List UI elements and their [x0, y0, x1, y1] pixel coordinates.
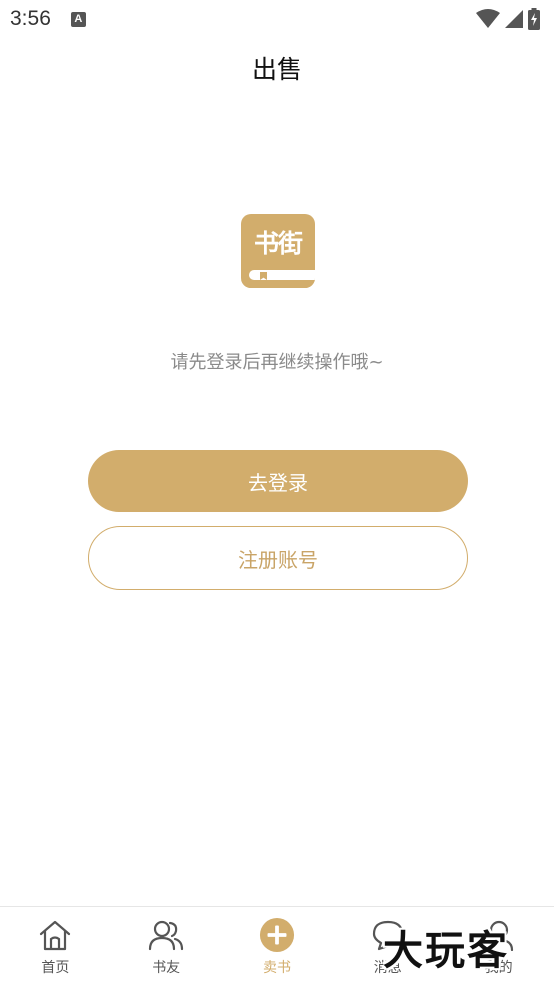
register-button[interactable]: 注册账号 — [88, 526, 468, 590]
watermark: 大玩客 — [383, 928, 509, 974]
wifi-icon — [476, 9, 500, 28]
tab-label: 卖书 — [262, 960, 291, 976]
notification-icon: A — [70, 11, 86, 27]
tab-label: 书友 — [152, 960, 181, 976]
tab-label: 首页 — [41, 960, 70, 976]
tab-home[interactable]: 首页 — [0, 907, 111, 986]
plus-circle-icon — [259, 917, 295, 953]
logo-book-page — [249, 270, 315, 280]
home-icon — [37, 917, 73, 953]
status-bar: 3:56 A — [0, 0, 554, 38]
friends-icon — [148, 917, 184, 953]
app-logo: 书街 — [241, 214, 315, 288]
logo-base — [241, 280, 315, 288]
status-time: 3:56 — [10, 7, 51, 30]
page-title: 出售 — [251, 55, 302, 84]
battery-icon — [528, 8, 540, 30]
tab-sell[interactable]: 卖书 — [222, 907, 333, 986]
signal-icon — [505, 10, 523, 28]
logo-text: 书街 — [253, 229, 303, 258]
login-prompt: 请先登录后再继续操作哦~ — [170, 352, 384, 373]
tab-friends[interactable]: 书友 — [111, 907, 222, 986]
login-button[interactable]: 去登录 — [88, 450, 468, 512]
